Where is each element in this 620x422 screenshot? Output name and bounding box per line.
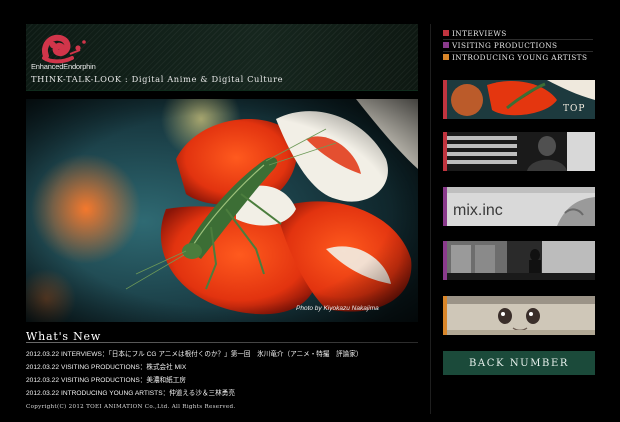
- nav-item-label: VISITING PRODUCTIONS: [452, 40, 558, 50]
- news-item[interactable]: 2012.03.22 VISITING PRODUCTIONS：株式会社 MIX: [26, 361, 426, 374]
- news-item[interactable]: 2012.03.22 VISITING PRODUCTIONS：美濃和紙工房: [26, 374, 426, 387]
- column-divider: [430, 24, 431, 414]
- top-thumbnail-image: TOP: [447, 80, 595, 119]
- logo-text: EnhancedEndorphin: [31, 62, 96, 71]
- news-text: INTERVIEWS：「日本にフル CG アニメは根付くのか？」第一回 氷川竜介…: [61, 351, 363, 358]
- nav-item-visiting-productions[interactable]: VISITING PRODUCTIONS: [443, 39, 587, 51]
- thumb-interviews[interactable]: [443, 132, 595, 171]
- nav-item-interviews[interactable]: INTERVIEWS: [443, 27, 587, 39]
- whats-new-divider: [26, 342, 418, 343]
- nav-item-label: INTRODUCING YOUNG ARTISTS: [452, 52, 588, 62]
- top-label: TOP: [563, 104, 585, 114]
- nav-item-label: INTERVIEWS: [452, 28, 507, 38]
- back-number-button[interactable]: BACK NUMBER: [443, 351, 595, 375]
- interview-thumbnail-image: [447, 132, 595, 171]
- category-nav: INTERVIEWS VISITING PRODUCTIONS INTRODUC…: [443, 27, 587, 63]
- visiting-productions-square-icon: [443, 42, 449, 48]
- thumb-top[interactable]: TOP: [443, 80, 595, 119]
- news-text: VISITING PRODUCTIONS：株式会社 MIX: [61, 364, 187, 371]
- news-text: VISITING PRODUCTIONS：美濃和紙工房: [61, 377, 186, 384]
- artwork-thumbnail-image: [447, 296, 595, 335]
- young-artists-square-icon: [443, 54, 449, 60]
- mix-label: mix.inc: [453, 202, 503, 219]
- news-date: 2012.03.22: [26, 390, 60, 397]
- nav-divider: [443, 39, 593, 40]
- nav-item-introducing-young-artists[interactable]: INTRODUCING YOUNG ARTISTS: [443, 51, 587, 63]
- news-date: 2012.03.22: [26, 364, 60, 371]
- copyright-text: Copyright(C) 2012 TOEI ANIMATION Co.,Ltd…: [26, 404, 236, 410]
- news-date: 2012.03.22: [26, 351, 60, 358]
- news-text: INTRODUCING YOUNG ARTISTS：仲道える沙＆三林勇亮: [61, 390, 235, 397]
- news-item[interactable]: 2012.03.22 INTERVIEWS：「日本にフル CG アニメは根付くのか…: [26, 348, 426, 361]
- grasshopper-flower-image: [26, 99, 418, 322]
- news-list: 2012.03.22 INTERVIEWS：「日本にフル CG アニメは根付くのか…: [26, 348, 426, 400]
- news-item[interactable]: 2012.03.22 INTRODUCING YOUNG ARTISTS：仲道える…: [26, 387, 426, 400]
- nav-divider: [443, 51, 593, 52]
- photo-credit: Photo by Kiyokazu Nakajima: [296, 305, 379, 312]
- workshop-thumbnail-image: [447, 241, 595, 280]
- site-tagline: THINK-TALK-LOOK : Digital Anime & Digita…: [31, 74, 284, 84]
- thumb-young-artists[interactable]: [443, 296, 595, 335]
- mix-inc-thumbnail-image: mix.inc: [447, 187, 595, 226]
- interviews-square-icon: [443, 30, 449, 36]
- logo-icon[interactable]: [40, 32, 88, 66]
- hero-photo[interactable]: [26, 99, 418, 322]
- thumb-mix-inc[interactable]: mix.inc: [443, 187, 595, 226]
- thumb-visiting-productions[interactable]: [443, 241, 595, 280]
- news-date: 2012.03.22: [26, 377, 60, 384]
